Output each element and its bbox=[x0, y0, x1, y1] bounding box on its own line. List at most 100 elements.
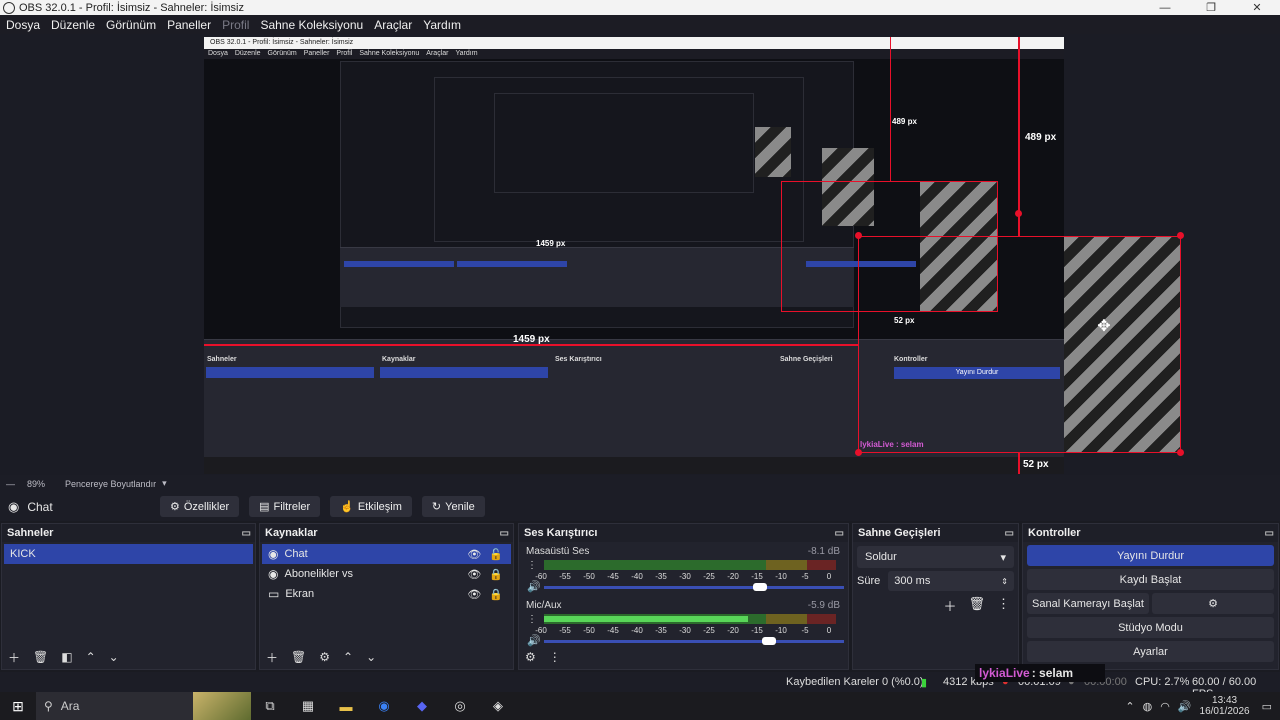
mixer-channel-mic: Mic/Aux -5.9 dB ⋮ -60 -55 -50 -45 -40 -35 -30 -2… bbox=[519, 596, 848, 650]
minimize-button[interactable]: — bbox=[1142, 2, 1188, 14]
move-down-icon[interactable]: ⌄ bbox=[366, 650, 376, 664]
clock[interactable]: 13:43 16/01/2026 bbox=[1200, 695, 1250, 717]
transitions-dock: Sahne Geçişleri ▭ Soldur ▾ Süre 300 ms ⇕ ＋ … bbox=[852, 523, 1019, 670]
move-down-icon[interactable]: ⌄ bbox=[109, 650, 119, 664]
obs-window-icon[interactable]: ◈ bbox=[479, 698, 517, 714]
more-icon[interactable]: ⋮ bbox=[997, 596, 1010, 615]
move-up-icon[interactable]: ⌃ bbox=[343, 650, 353, 664]
task-view-icon[interactable]: ⧉ bbox=[251, 698, 289, 714]
lock-icon[interactable]: 🔒 bbox=[489, 568, 503, 581]
globe-icon: ◉ bbox=[8, 498, 20, 514]
menu-profile[interactable]: Profil bbox=[222, 18, 249, 32]
browser-icon[interactable]: ◉ bbox=[365, 698, 403, 714]
left-distance-label: 1459 px bbox=[513, 334, 550, 345]
notification-icon[interactable]: ▭ bbox=[1262, 700, 1272, 713]
eye-icon[interactable]: 👁 bbox=[467, 548, 481, 561]
menu-docks[interactable]: Paneller bbox=[167, 18, 211, 32]
handle-dot[interactable] bbox=[855, 449, 862, 456]
start-virtual-camera-button[interactable]: Sanal Kamerayı Başlat bbox=[1027, 593, 1149, 614]
speaker-icon[interactable]: 🔊 bbox=[527, 580, 541, 593]
current-source-name: Chat bbox=[27, 499, 53, 514]
taskbar-search[interactable]: ⚲ Ara bbox=[36, 692, 251, 720]
refresh-button[interactable]: ↻ Yenile bbox=[421, 496, 485, 517]
volume-meter bbox=[544, 560, 836, 570]
chevron-down-icon[interactable]: ▾ bbox=[162, 478, 167, 489]
add-icon[interactable]: ＋ bbox=[266, 649, 278, 666]
maximize-button[interactable]: ❐ bbox=[1188, 1, 1234, 14]
more-icon[interactable]: ⋮ bbox=[527, 560, 537, 571]
duration-label: Süre bbox=[857, 575, 881, 587]
wifi-icon[interactable]: ◠ bbox=[1160, 700, 1170, 713]
handle-dot[interactable] bbox=[1177, 232, 1184, 239]
more-icon[interactable]: ⋮ bbox=[549, 650, 561, 664]
volume-knob[interactable] bbox=[753, 583, 767, 591]
duration-row: Süre 300 ms ⇕ bbox=[857, 570, 1014, 592]
gear-icon[interactable]: ⚙ bbox=[319, 650, 330, 664]
duration-input[interactable]: 300 ms ⇕ bbox=[888, 571, 1014, 591]
folder-icon[interactable]: ▬ bbox=[327, 699, 365, 714]
chevron-up-icon[interactable]: ⌃ bbox=[1125, 700, 1134, 713]
undock-icon[interactable]: ▭ bbox=[500, 528, 509, 539]
stop-streaming-button[interactable]: Yayını Durdur bbox=[1027, 545, 1274, 566]
volume-knob[interactable] bbox=[762, 637, 776, 645]
settings-button[interactable]: Ayarlar bbox=[1027, 641, 1274, 662]
nested-docks bbox=[340, 247, 854, 307]
move-up-icon[interactable]: ⌃ bbox=[86, 650, 96, 664]
zoom-mode[interactable]: Pencereye Boyutlandır bbox=[65, 479, 156, 489]
trash-icon[interactable]: 🗑 bbox=[33, 650, 48, 664]
volume-slider[interactable] bbox=[544, 583, 844, 591]
handle-dot[interactable] bbox=[855, 232, 862, 239]
volume-slider[interactable] bbox=[544, 637, 844, 645]
trash-icon[interactable]: 🗑 bbox=[291, 650, 306, 664]
undock-icon[interactable]: ▭ bbox=[835, 528, 844, 539]
eye-icon[interactable]: 👁 bbox=[467, 588, 481, 601]
scene-item[interactable]: KICK bbox=[4, 544, 253, 564]
top-guide-line bbox=[1018, 37, 1020, 236]
meter-tick: 0 bbox=[826, 626, 832, 635]
properties-button[interactable]: ⚙ Özellikler bbox=[160, 496, 240, 517]
spin-icon[interactable]: ⇕ bbox=[1001, 577, 1008, 586]
filters-button[interactable]: ▤ Filtreler bbox=[249, 496, 321, 517]
handle-dot[interactable] bbox=[1015, 210, 1022, 217]
eye-icon[interactable]: 👁 bbox=[467, 568, 481, 581]
lock-icon[interactable]: 🔓 bbox=[489, 548, 503, 561]
close-button[interactable]: ✕ bbox=[1234, 1, 1280, 14]
menu-tools[interactable]: Araçlar bbox=[374, 18, 412, 32]
lock-icon[interactable]: 🔒 bbox=[489, 588, 503, 601]
menu-view[interactable]: Görünüm bbox=[106, 18, 156, 32]
menu-edit[interactable]: Düzenle bbox=[51, 18, 95, 32]
trash-icon[interactable]: 🗑 bbox=[968, 596, 985, 615]
undock-icon[interactable]: ▭ bbox=[1265, 528, 1274, 539]
source-item-ekran[interactable]: ▭ Ekran 👁 🔒 bbox=[262, 584, 511, 604]
add-icon[interactable]: ＋ bbox=[8, 649, 20, 666]
windows-start-icon[interactable]: ⊞ bbox=[0, 698, 36, 715]
handle-dot[interactable] bbox=[1177, 449, 1184, 456]
interact-button[interactable]: ☝ Etkileşim bbox=[330, 496, 412, 517]
volume-icon[interactable]: 🔊 bbox=[1178, 700, 1192, 713]
store-icon[interactable]: ▦ bbox=[289, 698, 327, 714]
menu-help[interactable]: Yardım bbox=[423, 18, 461, 32]
discord-icon[interactable]: ◆ bbox=[403, 698, 441, 714]
start-recording-button[interactable]: Kaydı Başlat bbox=[1027, 569, 1274, 590]
gear-icon[interactable]: ⚙ bbox=[525, 650, 536, 664]
transition-select[interactable]: Soldur ▾ bbox=[857, 546, 1014, 568]
meter-scale: -60 -55 -50 -45 -40 -35 -30 -25 -20 -15 -10 -5 0 bbox=[535, 626, 841, 636]
filter-icon[interactable]: ◧ bbox=[61, 650, 72, 664]
zoom-minus-icon[interactable]: — bbox=[6, 479, 15, 489]
add-icon[interactable]: ＋ bbox=[943, 596, 956, 615]
more-icon[interactable]: ⋮ bbox=[527, 614, 537, 625]
source-item-chat[interactable]: ◉ Chat 👁 🔓 bbox=[262, 544, 511, 564]
menu-scene-collection[interactable]: Sahne Koleksiyonu bbox=[260, 18, 363, 32]
undock-icon[interactable]: ▭ bbox=[242, 528, 251, 539]
gear-icon[interactable]: ⚙ bbox=[1152, 593, 1274, 614]
obs-icon[interactable]: ◎ bbox=[441, 698, 479, 714]
source-item-abonelikler[interactable]: ◉ Abonelikler vs 👁 🔒 bbox=[262, 564, 511, 584]
menu-file[interactable]: Dosya bbox=[6, 18, 40, 32]
network-icon[interactable]: ◍ bbox=[1143, 700, 1153, 713]
undock-icon[interactable]: ▭ bbox=[1005, 528, 1014, 539]
controls-header: Kontroller ▭ bbox=[1023, 524, 1278, 542]
duration-value: 300 ms bbox=[894, 575, 931, 587]
studio-mode-button[interactable]: Stüdyo Modu bbox=[1027, 617, 1274, 638]
source-label: Chat bbox=[284, 548, 308, 560]
transitions-title: Sahne Geçişleri bbox=[858, 527, 941, 539]
